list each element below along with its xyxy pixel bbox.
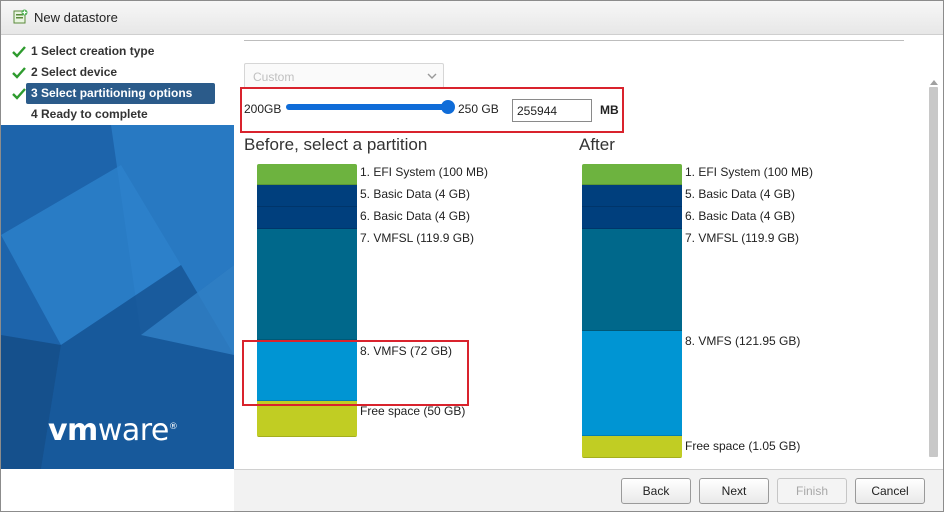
size-unit-label: MB	[600, 103, 619, 117]
divider	[244, 40, 904, 41]
partition-segment	[582, 185, 682, 207]
dialog-title: New datastore	[34, 10, 118, 25]
step-label: 2 Select device	[31, 65, 118, 79]
step-select-partitioning-options[interactable]: 3 Select partitioning options	[12, 83, 215, 104]
step-select-device[interactable]: 2 Select device	[1, 62, 234, 83]
next-button[interactable]: Next	[699, 478, 769, 504]
scrollbar-thumb[interactable]	[929, 87, 938, 457]
after-partition-bar	[582, 164, 682, 458]
scroll-up-icon[interactable]	[930, 80, 938, 85]
vertical-scrollbar[interactable]	[927, 80, 941, 465]
select-value: Custom	[253, 70, 295, 84]
step-ready-to-complete[interactable]: 4 Ready to complete	[1, 104, 234, 125]
cancel-button[interactable]: Cancel	[855, 478, 925, 504]
wizard-sidebar: 1 Select creation type 2 Select device 3…	[1, 35, 234, 469]
wizard-content: Custom 200GB 250 GB MB Before, select a …	[234, 35, 943, 469]
slider-fill	[286, 104, 448, 110]
partition-label: 7. VMFSL (119.9 GB)	[360, 231, 475, 245]
check-icon	[12, 46, 26, 58]
slider-min-label: 200GB	[244, 102, 282, 116]
partition-layout-select[interactable]: Custom	[244, 63, 444, 89]
partition-segment	[582, 229, 682, 331]
partition-segment[interactable]	[257, 185, 357, 207]
partition-segment	[582, 436, 682, 458]
slider-max-label: 250 GB	[458, 102, 499, 116]
partition-segment[interactable]	[257, 401, 357, 437]
highlight-box-vmfs	[242, 340, 469, 406]
partition-segment[interactable]	[257, 229, 357, 340]
partition-label: 1. EFI System (100 MB)	[685, 165, 814, 179]
partition-label: 7. VMFSL (119.9 GB)	[685, 231, 800, 245]
partition-segment	[582, 331, 682, 436]
partition-label: Free space (1.05 GB)	[685, 439, 801, 453]
partition-segment	[582, 164, 682, 185]
wizard-footer: Back Next Finish Cancel	[234, 469, 943, 511]
step-label: 4 Ready to complete	[31, 107, 148, 121]
after-heading: After	[579, 135, 615, 154]
new-datastore-dialog: New datastore 1 Select creation type 2 S…	[0, 0, 944, 512]
step-select-creation-type[interactable]: 1 Select creation type	[1, 41, 234, 62]
size-input[interactable]	[512, 99, 592, 122]
partition-label: Free space (50 GB)	[360, 404, 466, 418]
finish-button[interactable]: Finish	[777, 478, 847, 504]
slider-handle[interactable]	[441, 100, 455, 114]
before-heading: Before, select a partition	[244, 135, 428, 154]
vmware-logo: vmware®	[48, 413, 178, 448]
wizard-steps: 1 Select creation type 2 Select device 3…	[1, 41, 234, 125]
datastore-add-icon	[13, 9, 28, 24]
dialog-titlebar: New datastore	[1, 1, 943, 35]
partition-segment[interactable]	[257, 207, 357, 229]
partition-label: 8. VMFS (121.95 GB)	[685, 334, 801, 348]
partition-segment[interactable]	[257, 164, 357, 185]
chevron-down-icon	[427, 73, 437, 79]
step-label: 3 Select partitioning options	[31, 86, 193, 100]
partition-label: 5. Basic Data (4 GB)	[685, 187, 796, 201]
partition-label: 6. Basic Data (4 GB)	[360, 209, 471, 223]
partition-label: 6. Basic Data (4 GB)	[685, 209, 796, 223]
partition-segment	[582, 207, 682, 229]
step-label: 1 Select creation type	[31, 44, 155, 58]
back-button[interactable]: Back	[621, 478, 691, 504]
size-slider[interactable]	[286, 100, 455, 114]
check-icon	[12, 67, 26, 79]
partition-label: 1. EFI System (100 MB)	[360, 165, 489, 179]
check-icon	[12, 88, 26, 100]
partition-label: 5. Basic Data (4 GB)	[360, 187, 471, 201]
